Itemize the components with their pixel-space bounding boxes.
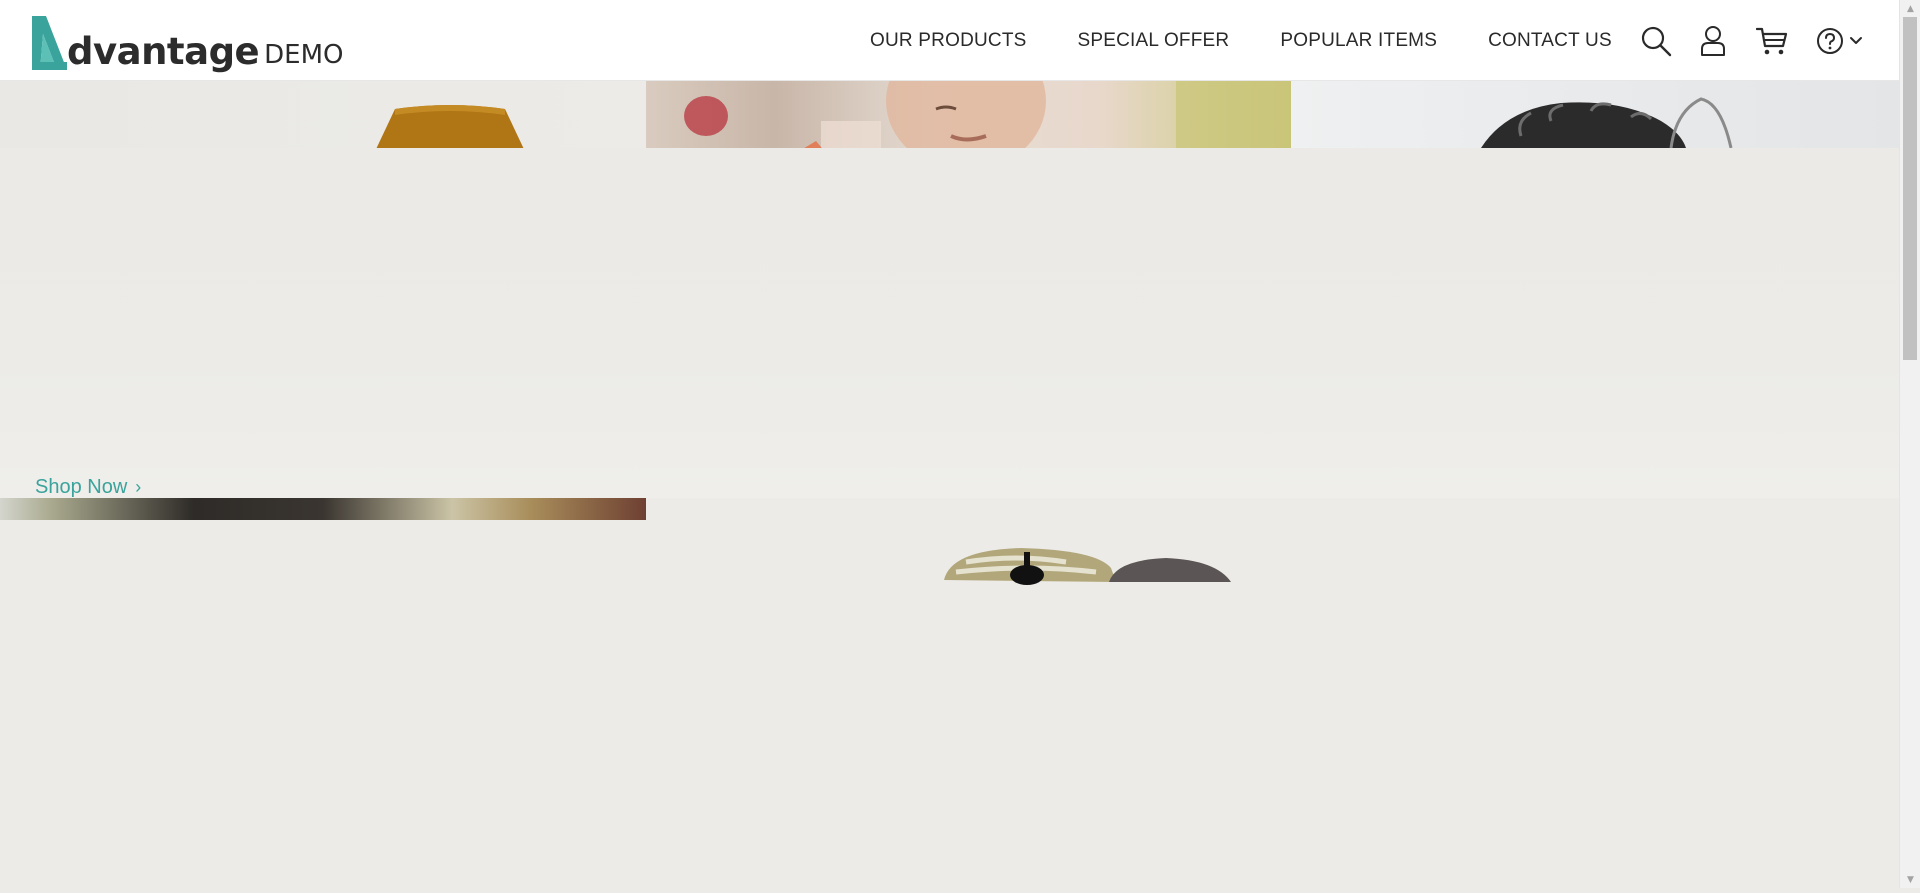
category-tile-laptops[interactable] [0,498,646,520]
hero-banner [0,148,1899,498]
page-scrollbar[interactable]: ▲ ▼ [1899,0,1920,888]
logo[interactable]: dvantage DEMO [29,12,344,72]
chevron-right-icon: › [135,477,142,497]
shop-now-link[interactable]: Shop Now › [35,476,141,499]
scroll-up-icon[interactable]: ▲ [1900,0,1920,17]
category-tile-mice[interactable] [646,498,1899,888]
search-icon [1641,26,1672,56]
cart-button[interactable] [1756,26,1788,56]
shop-now-label: Shop Now [35,476,128,498]
cart-icon [1756,27,1788,54]
logo-suffix: DEMO [264,40,344,70]
help-menu-button[interactable] [1816,27,1864,55]
nav-our-products[interactable]: OUR PRODUCTS [870,30,1027,52]
scroll-thumb[interactable] [1903,17,1917,360]
chevron-down-icon [1850,36,1862,44]
help-icon [1817,27,1843,54]
logo-mark-icon [32,16,67,70]
header-icons [1640,0,1864,81]
mice-image [944,548,1231,585]
logo-wordmark: dvantage [67,30,260,73]
category-tile-headphones[interactable] [1291,81,1899,148]
headphones-lifestyle-image [1481,97,1733,148]
nav-contact-us[interactable]: CONTACT US [1488,30,1612,52]
user-menu-button[interactable] [1700,25,1726,57]
laptops-tile-body [0,520,646,888]
scroll-down-icon[interactable]: ▼ [1900,871,1920,888]
search-button[interactable] [1640,25,1672,57]
user-icon [1701,25,1725,56]
main-nav: OUR PRODUCTS SPECIAL OFFER POPULAR ITEMS… [870,0,1612,81]
nav-special-offer[interactable]: SPECIAL OFFER [1078,30,1230,52]
site-header: dvantage DEMO OUR PRODUCTS SPECIAL OFFER… [0,0,1899,81]
nav-popular-items[interactable]: POPULAR ITEMS [1280,30,1437,52]
